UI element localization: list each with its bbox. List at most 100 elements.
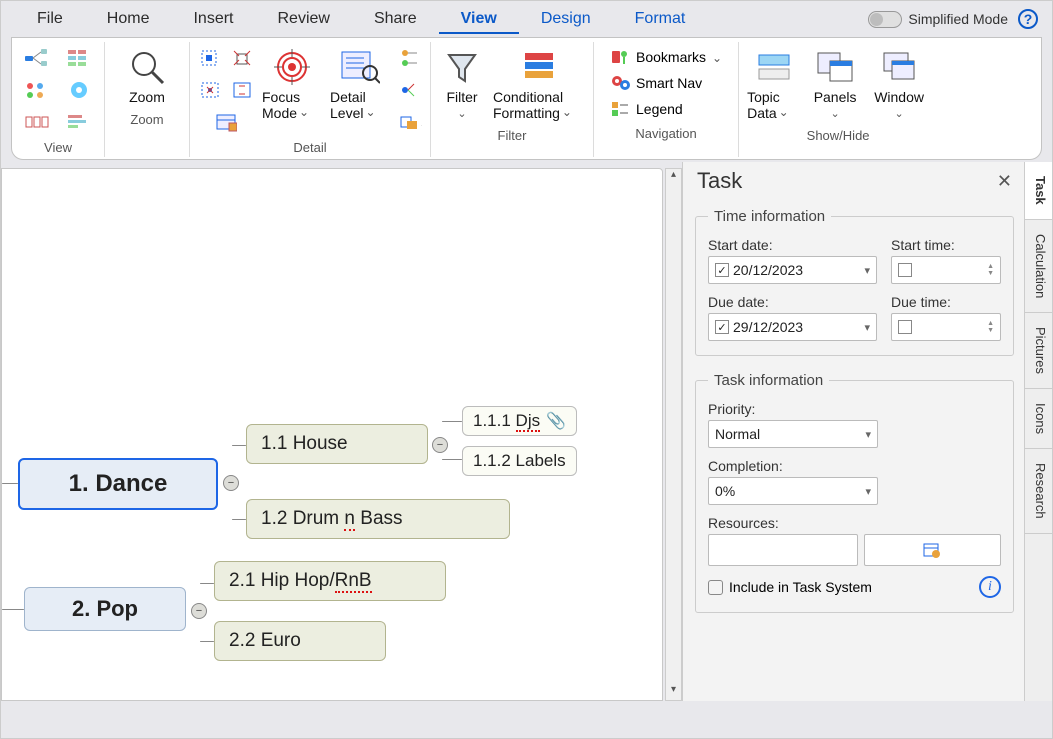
help-icon[interactable]: ? [1018, 9, 1038, 29]
time-information-legend: Time information [708, 208, 831, 225]
panels-icon [814, 47, 856, 87]
view-orgchart-button[interactable] [18, 76, 56, 104]
due-time-input[interactable]: ▲▼ [891, 313, 1001, 341]
sidetab-pictures[interactable]: Pictures [1025, 313, 1052, 389]
ribbon-group-zoom: Zoom Zoom [105, 42, 190, 157]
topic-dance[interactable]: 1. Dance [18, 458, 218, 510]
legend-button[interactable]: Legend [606, 98, 726, 120]
topic-euro[interactable]: 2.2 Euro [214, 621, 386, 661]
view-disc-button[interactable] [60, 76, 98, 104]
info-icon[interactable]: i [979, 576, 1001, 598]
detail-branch3-button[interactable]: ⌄ [396, 108, 424, 136]
spinner-icon[interactable]: ▲▼ [987, 263, 994, 277]
ribbon-group-zoom-label: Zoom [130, 112, 163, 127]
tab-insert[interactable]: Insert [171, 4, 255, 34]
toggle-switch-icon [868, 11, 902, 28]
zoom-button[interactable]: Zoom [111, 44, 183, 108]
magnifier-icon [127, 47, 167, 87]
detail-center-button[interactable] [196, 76, 224, 104]
completion-select[interactable]: 0% ▾ [708, 477, 878, 505]
calendar-people-icon [923, 541, 941, 559]
checkbox-icon[interactable] [898, 263, 912, 277]
checkbox-icon[interactable]: ✓ [715, 320, 729, 334]
filter-button[interactable]: Filter⌄ [437, 44, 487, 123]
chevron-down-icon: ▾ [865, 485, 871, 498]
start-time-input[interactable]: ▲▼ [891, 256, 1001, 284]
topic-djs[interactable]: 1.1.1 Djs 📎 [462, 406, 577, 436]
sidetab-task[interactable]: Task [1025, 162, 1052, 220]
view-timeline-button[interactable] [18, 108, 56, 136]
ribbon-group-detail: Focus Mode Detail Level ⌄ Detail [190, 42, 431, 157]
checkbox-icon[interactable]: ✓ [715, 263, 729, 277]
chevron-down-icon: ▾ [864, 321, 870, 334]
task-information-legend: Task information [708, 372, 829, 389]
bookmark-icon [610, 48, 630, 66]
window-button[interactable]: Window⌄ [867, 44, 931, 123]
sidetab-research[interactable]: Research [1025, 449, 1052, 534]
topic-data-icon [753, 47, 795, 87]
topic-house[interactable]: 1.1 House [246, 424, 428, 464]
tab-view[interactable]: View [439, 4, 519, 34]
ribbon-group-detail-label: Detail [293, 140, 326, 155]
conditional-formatting-button[interactable]: Conditional Formatting [491, 44, 587, 124]
ribbon-group-navigation-label: Navigation [635, 126, 696, 141]
detail-branch2-button[interactable] [396, 76, 424, 104]
topic-data-button[interactable]: Topic Data [745, 44, 803, 124]
view-gantt-button[interactable] [60, 108, 98, 136]
bookmarks-button[interactable]: Bookmarks [606, 46, 726, 68]
start-date-input[interactable]: ✓ 20/12/2023 ▾ [708, 256, 877, 284]
target-icon [274, 47, 310, 87]
tab-file[interactable]: File [15, 4, 85, 34]
ribbon-group-showhide: Topic Data Panels⌄ Window⌄ Show/Hide [739, 42, 937, 157]
simplified-mode-toggle[interactable]: Simplified Mode [868, 11, 1008, 28]
detail-level-button[interactable]: Detail Level [328, 44, 392, 124]
smart-nav-button[interactable]: Smart Nav [606, 72, 726, 94]
panels-button[interactable]: Panels⌄ [807, 44, 863, 123]
focus-mode-button[interactable]: Focus Mode [260, 44, 324, 124]
ribbon-group-navigation: Bookmarks Smart Nav Legend Navigation [594, 42, 739, 157]
tab-share[interactable]: Share [352, 4, 439, 34]
resources-browse-button[interactable] [864, 534, 1002, 566]
svg-text:⌄: ⌄ [420, 120, 422, 129]
detail-collapse-button[interactable] [196, 44, 224, 72]
menu-tabs: File Home Insert Review Share View Desig… [1, 1, 1052, 37]
tab-home[interactable]: Home [85, 4, 172, 34]
topic-drumnbass[interactable]: 1.2 Drum n Bass [246, 499, 510, 539]
ribbon-group-showhide-label: Show/Hide [807, 128, 870, 143]
due-date-input[interactable]: ✓ 29/12/2023 ▾ [708, 313, 877, 341]
pin-icon [610, 74, 630, 92]
collapse-toggle[interactable]: − [432, 437, 448, 453]
tab-format[interactable]: Format [613, 4, 708, 34]
topic-labels[interactable]: 1.1.2 Labels [462, 446, 577, 476]
start-date-label: Start date: [708, 237, 877, 253]
resources-input[interactable] [708, 534, 858, 566]
chevron-down-icon: ▾ [865, 428, 871, 441]
attachment-icon[interactable]: 📎 [546, 411, 566, 431]
side-tab-strip: Task Calculation Pictures Icons Research [1024, 162, 1052, 701]
completion-label: Completion: [708, 458, 1001, 474]
view-mindmap-button[interactable]: ⌄ [18, 44, 56, 72]
detail-fit-button[interactable] [228, 76, 256, 104]
sidetab-calculation[interactable]: Calculation [1025, 220, 1052, 313]
start-time-label: Start time: [891, 237, 1001, 253]
mindmap-canvas[interactable]: 1. Dance − 1.1 House − 1.1.1 Djs 📎 1.1.2… [1, 168, 663, 701]
sidetab-icons[interactable]: Icons [1025, 389, 1052, 449]
ribbon-group-view: ⌄ View [12, 42, 105, 157]
canvas-scrollbar[interactable]: ▴▾ [665, 168, 682, 701]
include-checkbox[interactable] [708, 580, 723, 595]
priority-select[interactable]: Normal ▾ [708, 420, 878, 448]
collapse-toggle[interactable]: − [223, 475, 239, 491]
tab-review[interactable]: Review [255, 4, 351, 34]
collapse-toggle[interactable]: − [191, 603, 207, 619]
close-icon[interactable]: ✕ [997, 171, 1012, 192]
detail-layout-button[interactable] [196, 108, 256, 136]
topic-hiphop[interactable]: 2.1 Hip Hop/RnB [214, 561, 446, 601]
ribbon-group-view-label: View [44, 140, 72, 155]
tab-design[interactable]: Design [519, 4, 613, 34]
detail-branch-button[interactable] [396, 44, 424, 72]
detail-expand-button[interactable] [228, 44, 256, 72]
spinner-icon[interactable]: ▲▼ [987, 320, 994, 334]
topic-pop[interactable]: 2. Pop [24, 587, 186, 631]
view-outline-button[interactable] [60, 44, 98, 72]
checkbox-icon[interactable] [898, 320, 912, 334]
